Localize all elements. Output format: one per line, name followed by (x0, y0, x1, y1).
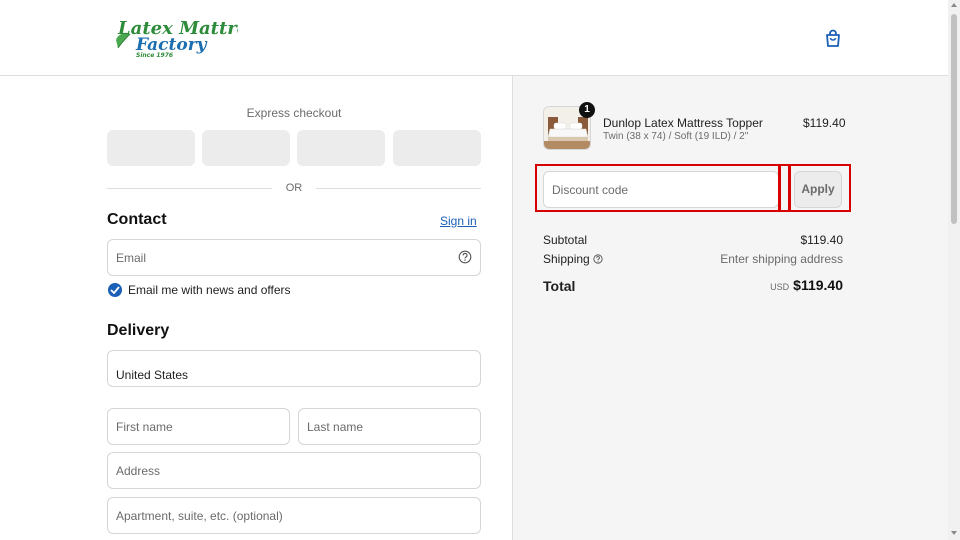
checkout-form: Express checkout OR Contact Sign in Emai… (0, 76, 512, 540)
subtotal-value: $119.40 (800, 233, 844, 247)
address-placeholder: Address (116, 464, 161, 478)
product-price: $119.40 (803, 116, 846, 130)
total-value-row: USD $119.40 (713, 277, 843, 295)
store-logo[interactable]: Latex Mattress Factory Since 1976 (114, 14, 269, 60)
header: Latex Mattress Factory Since 1976 (0, 0, 948, 76)
highlight-box-discount (535, 164, 781, 212)
sign-in-link[interactable]: Sign in (440, 214, 477, 228)
total-amount: $119.40 (793, 277, 843, 293)
logo-tagline: Since 1976 (136, 52, 173, 59)
shipping-value: Enter shipping address (720, 252, 843, 266)
first-name-placeholder: First name (116, 420, 173, 434)
checkmark-icon (110, 286, 120, 294)
shipping-label: Shipping (543, 252, 590, 266)
subtotal-label: Subtotal (543, 233, 588, 247)
express-payment-button-1[interactable] (107, 130, 195, 166)
scroll-thumb[interactable] (951, 14, 957, 224)
newsletter-label: Email me with news and offers (128, 283, 291, 297)
scroll-up-arrow-icon[interactable] (951, 3, 957, 7)
express-checkout-title: Express checkout (246, 106, 342, 120)
email-field[interactable]: Email (107, 239, 481, 276)
total-currency: USD (770, 282, 790, 292)
divider-line-right (316, 188, 481, 189)
express-payment-button-4[interactable] (393, 130, 481, 166)
shopping-bag-icon (826, 29, 840, 47)
cart-button[interactable] (822, 28, 844, 50)
total-label: Total (543, 278, 576, 294)
address-field[interactable]: Address (107, 452, 481, 489)
last-name-placeholder: Last name (307, 420, 364, 434)
first-name-field[interactable]: First name (107, 408, 290, 445)
apartment-placeholder: Apartment, suite, etc. (optional) (116, 509, 283, 523)
newsletter-checkbox[interactable] (108, 283, 122, 297)
apartment-field[interactable]: Apartment, suite, etc. (optional) (107, 497, 481, 534)
quantity-badge: 1 (579, 102, 595, 118)
express-payment-button-2[interactable] (202, 130, 290, 166)
shipping-row-label: Shipping (543, 252, 603, 266)
order-summary: 1 Dunlop Latex Mattress Topper Twin (38 … (512, 76, 948, 540)
or-divider: OR (107, 182, 481, 194)
country-value: United States (116, 368, 189, 382)
logo-leaf-icon: Latex Mattress Factory Since 1976 (116, 18, 269, 59)
email-placeholder: Email (116, 251, 147, 265)
country-select[interactable]: United States (107, 350, 481, 387)
shipping-help-icon[interactable] (593, 253, 603, 264)
highlight-box-apply (789, 164, 851, 212)
page-scrollbar[interactable] (948, 0, 960, 540)
delivery-title: Delivery (107, 322, 170, 339)
express-payment-button-3[interactable] (297, 130, 385, 166)
last-name-field[interactable]: Last name (298, 408, 481, 445)
scroll-down-arrow-icon[interactable] (951, 531, 957, 535)
help-icon[interactable] (458, 250, 472, 264)
product-variant: Twin (38 x 74) / Soft (19 ILD) / 2" (603, 131, 749, 142)
checkout-page: Latex Mattress Factory Since 1976 Expres… (0, 0, 960, 540)
product-name: Dunlop Latex Mattress Topper (603, 116, 763, 130)
contact-title: Contact (107, 211, 167, 228)
